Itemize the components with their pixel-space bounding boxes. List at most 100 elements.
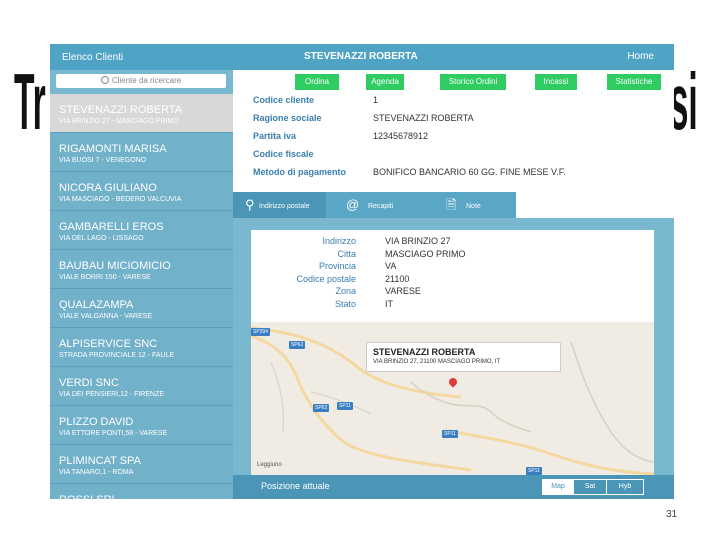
address-label: Stato	[334, 298, 356, 309]
tab-recapiti[interactable]: @ Recapiti	[328, 192, 420, 218]
page-number: 31	[666, 509, 678, 520]
client-list: STEVENAZZI ROBERTA VIA BRINZIO 27 - MASCI…	[50, 94, 233, 499]
address-value: 21100	[385, 273, 410, 284]
map-mode-map[interactable]: Map	[542, 479, 574, 495]
info-value: STEVENAZZI ROBERTA	[373, 113, 474, 123]
tab-note[interactable]: 🗎 Note	[422, 192, 516, 218]
postal-address: Indirizzo VIA BRINZIO 27 Citta MASCIAGO PRI…	[251, 230, 654, 322]
client-list-item[interactable]: PLIZZO DAVID VIA ETTORE PONTI,58 - VARESE	[50, 406, 233, 445]
top-bar: Elenco Clienti STEVENAZZI ROBERTA Home	[50, 44, 674, 70]
note-icon: 🗎	[446, 197, 457, 212]
client-address: VIA DEL LAGO - LISSAGO	[59, 235, 144, 242]
callout-address: VIA BRINZIO 27, 21100 MASCIAGO PRIMO, IT	[373, 359, 501, 365]
tab-label: Recapiti	[368, 203, 394, 210]
tab-label: Indirizzo postale	[259, 203, 310, 210]
current-position-button[interactable]: Posizione attuale	[261, 481, 330, 491]
address-panel: Indirizzo VIA BRINZIO 27 Citta MASCIAGO PRI…	[233, 218, 674, 499]
pin-icon: ⚲	[245, 197, 255, 212]
detail-tabs: ⚲ Indirizzo postale @ Recapiti 🗎 Note	[233, 192, 516, 218]
client-list-item[interactable]: ROSSI SRL	[50, 484, 233, 499]
callout-title: STEVENAZZI ROBERTA	[373, 347, 476, 357]
client-address: STRADA PROVINCIALE 12 - FAULE	[59, 352, 175, 359]
app-window: Elenco Clienti STEVENAZZI ROBERTA Home C…	[50, 44, 674, 499]
road-label: SP11	[526, 467, 542, 475]
client-name: ROSSI SRL	[59, 494, 118, 499]
action-button-incassi[interactable]: Incassi	[535, 74, 577, 90]
tab-label: Note	[466, 203, 481, 210]
client-address: VIA TANARO,1 - ROMA	[59, 469, 134, 476]
client-address: VIALE VALGANNA - VARESE	[59, 313, 153, 320]
road-label: SP11	[337, 402, 353, 410]
address-row: Stato IT	[251, 299, 654, 311]
address-row: Zona VARESE	[251, 286, 654, 298]
info-label: Partita iva	[253, 131, 297, 141]
client-name: GAMBARELLI EROS	[59, 221, 164, 233]
info-label: Metodo di pagamento	[253, 167, 346, 177]
map-mode-hyb[interactable]: Hyb	[606, 479, 644, 495]
info-label: Ragione sociale	[253, 113, 322, 123]
info-row: Metodo di pagamento BONIFICO BANCARIO 60 …	[253, 164, 673, 182]
action-button-storico-ordini[interactable]: Storico Ordini	[440, 74, 506, 90]
client-list-item[interactable]: GAMBARELLI EROS VIA DEL LAGO - LISSAGO	[50, 211, 233, 250]
map-view[interactable]: SP394 SP62 SP62 SP11 SP11 SP11 Leggiuno …	[251, 322, 654, 475]
client-list-item[interactable]: STEVENAZZI ROBERTA VIA BRINZIO 27 - MASCI…	[50, 94, 233, 133]
client-list-item[interactable]: PLIMINCAT SPA VIA TANARO,1 - ROMA	[50, 445, 233, 484]
road-label: SP394	[251, 328, 271, 336]
client-name: STEVENAZZI ROBERTA	[59, 104, 183, 116]
address-label: Codice postale	[296, 273, 356, 284]
client-name: QUALAZAMPA	[59, 299, 134, 311]
address-row: Provincia VA	[251, 261, 654, 273]
client-list-item[interactable]: RIGAMONTI MARISA VIA BUOSI 7 - VENEGONO	[50, 133, 233, 172]
place-label: Leggiuno	[257, 462, 282, 468]
address-value: VARESE	[385, 286, 421, 296]
map-mode-sat[interactable]: Sat	[573, 479, 607, 495]
action-buttons: Ordina Agenda Storico Ordini Incassi Statist…	[233, 74, 674, 92]
info-row: Partita iva 12345678912	[253, 128, 673, 146]
info-value: 1	[373, 95, 379, 105]
address-row: Indirizzo VIA BRINZIO 27	[251, 236, 654, 248]
client-list-button[interactable]: Elenco Clienti	[62, 52, 123, 63]
client-address: VIA BRINZIO 27 - MASCIAGO PRIMO	[59, 118, 179, 125]
road-label: SP11	[442, 430, 458, 438]
client-list-item[interactable]: ALPISERVICE SNC STRADA PROVINCIALE 12 - F…	[50, 328, 233, 367]
address-value: MASCIAGO PRIMO	[385, 248, 466, 259]
client-name: RIGAMONTI MARISA	[59, 143, 167, 155]
address-label: Zona	[335, 286, 356, 296]
client-list-item[interactable]: QUALAZAMPA VIALE VALGANNA - VARESE	[50, 289, 233, 328]
client-name: PLIZZO DAVID	[59, 416, 134, 428]
road-label: SP62	[313, 404, 330, 412]
action-button-agenda[interactable]: Agenda	[366, 74, 404, 90]
map-callout: STEVENAZZI ROBERTA VIA BRINZIO 27, 21100…	[366, 342, 561, 372]
address-label: Citta	[337, 248, 356, 259]
client-list-item[interactable]: BAUBAU MICIOMICIO VIALE BORRI 150 - VARES…	[50, 250, 233, 289]
client-address: VIA ETTORE PONTI,58 - VARESE	[59, 430, 168, 437]
home-button[interactable]: Home	[627, 51, 654, 62]
client-address: VIA BUOSI 7 - VENEGONO	[59, 157, 147, 164]
background-title-right: si	[669, 57, 698, 146]
client-list-item[interactable]: NICORA GIULIANO VIA MASCIAGO - BEDERO VAL…	[50, 172, 233, 211]
client-name: VERDI SNC	[59, 377, 119, 389]
address-value: IT	[385, 298, 393, 309]
address-value: VA	[385, 261, 397, 271]
window-title: STEVENAZZI ROBERTA	[304, 51, 418, 62]
info-row: Codice cliente 1	[253, 92, 673, 110]
action-button-statistiche[interactable]: Statistiche	[607, 74, 661, 90]
info-value: BONIFICO BANCARIO 60 GG. FINE MESE V.F.	[373, 167, 566, 177]
action-button-ordina[interactable]: Ordina	[295, 74, 339, 90]
client-list-item[interactable]: VERDI SNC VIA DEI PENSIERI,12 - FIRENZE	[50, 367, 233, 406]
address-label: Indirizzo	[322, 236, 356, 246]
tab-indirizzo-postale[interactable]: ⚲ Indirizzo postale	[233, 192, 326, 218]
address-row: Codice postale 21100	[251, 274, 654, 286]
client-name: NICORA GIULIANO	[59, 182, 157, 194]
search-input[interactable]: Cliente da ricercare	[56, 74, 226, 88]
road-label: SP62	[289, 341, 306, 349]
address-value: VIA BRINZIO 27	[385, 236, 451, 246]
info-row: Codice fiscale	[253, 146, 673, 164]
address-label: Provincia	[318, 261, 356, 271]
client-name: BAUBAU MICIOMICIO	[59, 260, 171, 272]
client-name: PLIMINCAT SPA	[59, 455, 141, 467]
info-label: Codice cliente	[253, 95, 315, 105]
client-address: VIALE BORRI 150 - VARESE	[59, 274, 151, 281]
map-footer: Posizione attuale Map Sat Hyb	[233, 475, 674, 499]
search-icon	[100, 76, 109, 84]
